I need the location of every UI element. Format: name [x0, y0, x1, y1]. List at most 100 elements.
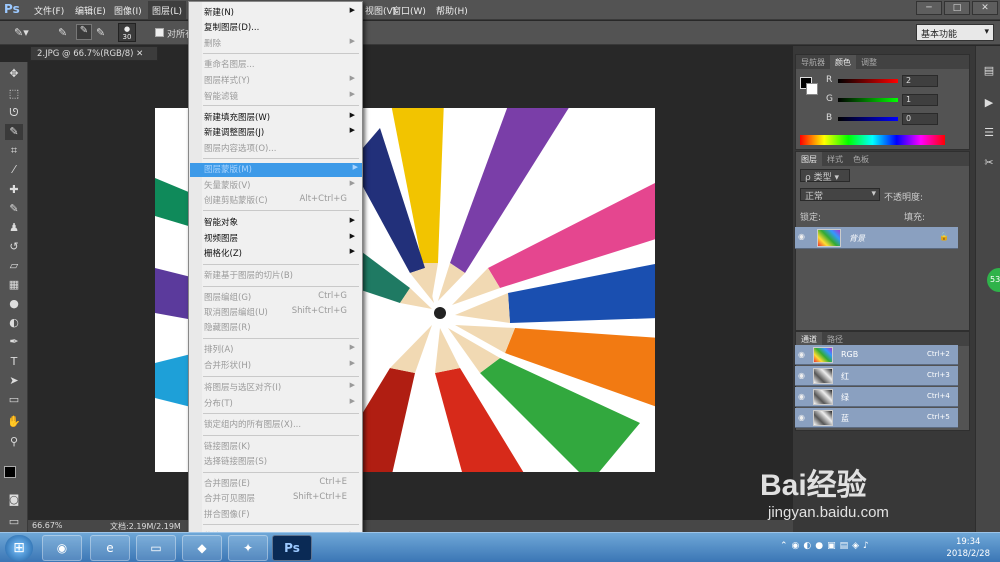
menu-item[interactable]: 排列(A) ▶: [204, 343, 359, 357]
menu-item[interactable]: 将图层与选区对齐(I) ▶: [204, 381, 359, 395]
visibility-eye-icon[interactable]: ◉: [798, 413, 805, 422]
browser-icon[interactable]: e: [90, 535, 130, 561]
menu-item[interactable]: 新建基于图层的切片(B): [204, 269, 359, 283]
r-slider[interactable]: [838, 79, 898, 83]
menu-edit[interactable]: 编辑(E): [75, 4, 106, 17]
channel-row-green[interactable]: ◉ 绿 Ctrl+4: [795, 387, 958, 407]
menu-item[interactable]: 新建(N) ▶: [204, 6, 359, 20]
quick-select-tool-icon[interactable]: ✎: [5, 124, 23, 140]
brush-mode-alt-icon[interactable]: ✎: [96, 26, 105, 39]
layer-name[interactable]: 背景: [849, 233, 865, 244]
menu-item[interactable]: 新建调整图层(J) ▶: [204, 126, 359, 140]
photoshop-taskbar-button[interactable]: Ps: [272, 535, 312, 561]
menu-item[interactable]: 取消图层编组(U) Shift+Ctrl+G: [204, 306, 359, 320]
tab-navigator[interactable]: 导航器: [796, 55, 830, 69]
channel-row-red[interactable]: ◉ 红 Ctrl+3: [795, 366, 958, 386]
menu-file[interactable]: 文件(F): [34, 4, 64, 17]
stamp-tool-icon[interactable]: ♟: [5, 220, 23, 236]
tab-styles[interactable]: 样式: [822, 152, 848, 166]
menu-item[interactable]: 分布(T) ▶: [204, 397, 359, 411]
type-tool-icon[interactable]: T: [5, 354, 23, 370]
system-clock[interactable]: 19:34 2018/2/28: [946, 536, 990, 560]
menu-item[interactable]: 新建填充图层(W) ▶: [204, 111, 359, 125]
eyedropper-tool-icon[interactable]: ⁄: [5, 162, 23, 178]
menu-item[interactable]: 智能滤镜 ▶: [204, 90, 359, 104]
menu-image[interactable]: 图像(I): [114, 4, 142, 17]
color-bg-swatch[interactable]: [806, 83, 818, 95]
menu-item[interactable]: 矢量蒙版(V) ▶: [204, 179, 359, 193]
menu-item[interactable]: 创建剪贴蒙版(C) Alt+Ctrl+G: [204, 194, 359, 208]
close-button[interactable]: ✕: [972, 1, 998, 15]
blend-mode-select[interactable]: 正常 ▾: [800, 188, 880, 202]
tab-adjustments[interactable]: 调整: [856, 55, 882, 69]
explorer-icon[interactable]: ▭: [136, 535, 176, 561]
r-value[interactable]: 2: [902, 75, 938, 87]
menu-window[interactable]: 窗口(W): [392, 4, 426, 17]
menu-item[interactable]: 图层内容选项(O)...: [204, 142, 359, 156]
brush-size-box[interactable]: ● 30: [118, 23, 136, 42]
menu-item[interactable]: 锁定组内的所有图层(X)...: [204, 418, 359, 432]
visibility-eye-icon[interactable]: ◉: [798, 371, 805, 380]
menu-item[interactable]: 图层样式(Y) ▶: [204, 74, 359, 88]
move-tool-icon[interactable]: ✥: [5, 66, 23, 82]
properties-icon[interactable]: ☰: [981, 126, 997, 142]
pen-tool-icon[interactable]: ✒: [5, 334, 23, 350]
doc-size-info[interactable]: 文档:2.19M/2.19M: [110, 521, 181, 532]
menu-item[interactable]: 删除 ▶: [204, 37, 359, 51]
workspace-select[interactable]: 基本功能 ▾: [916, 24, 994, 41]
menu-item[interactable]: 复制图层(D)...: [204, 21, 359, 35]
visibility-eye-icon[interactable]: ◉: [798, 392, 805, 401]
menu-item[interactable]: 合并形状(H) ▶: [204, 359, 359, 373]
healing-tool-icon[interactable]: ✚: [5, 182, 23, 198]
lasso-tool-icon[interactable]: ᘎ: [5, 105, 23, 121]
tab-channels[interactable]: 通道: [796, 332, 822, 346]
menu-item[interactable]: 图层蒙版(M) ▶: [190, 163, 362, 177]
visibility-eye-icon[interactable]: ◉: [798, 350, 805, 359]
visibility-eye-icon[interactable]: ◉: [798, 232, 805, 241]
brush-tool-icon[interactable]: ✎: [5, 201, 23, 217]
menu-item[interactable]: 拼合图像(F): [204, 508, 359, 522]
quick-mask-icon[interactable]: ◙: [5, 492, 23, 508]
menu-item[interactable]: 合并可见图层 Shift+Ctrl+E: [204, 492, 359, 506]
screen-mode-icon[interactable]: ▭: [5, 514, 23, 530]
shape-tool-icon[interactable]: ▭: [5, 392, 23, 408]
menu-item[interactable]: 重命名图层...: [204, 58, 359, 72]
blur-tool-icon[interactable]: ●: [5, 296, 23, 312]
color-spectrum[interactable]: [800, 135, 945, 145]
brush-preset-icon[interactable]: ✎▾: [14, 26, 29, 39]
layer-row[interactable]: ◉ 背景 🔒: [795, 227, 958, 249]
zoom-level[interactable]: 66.67%: [32, 521, 63, 530]
menu-help[interactable]: 帮助(H): [436, 4, 468, 17]
menu-layer[interactable]: 图层(L): [148, 1, 187, 19]
menu-item[interactable]: 视频图层 ▶: [204, 232, 359, 246]
tab-paths[interactable]: 路径: [822, 332, 848, 346]
menu-item[interactable]: 智能对象 ▶: [204, 216, 359, 230]
history-brush-tool-icon[interactable]: ↺: [5, 239, 23, 255]
g-slider[interactable]: [838, 98, 898, 102]
channel-row-rgb[interactable]: ◉ RGB Ctrl+2: [795, 345, 958, 365]
zoom-tool-icon[interactable]: ⚲: [5, 434, 23, 450]
tab-color[interactable]: 颜色: [830, 55, 856, 69]
b-value[interactable]: 0: [902, 113, 938, 125]
eraser-tool-icon[interactable]: ▱: [5, 258, 23, 274]
sample-all-checkbox[interactable]: [155, 28, 164, 37]
channel-row-blue[interactable]: ◉ 蓝 Ctrl+5: [795, 408, 958, 428]
menu-item[interactable]: 图层编组(G) Ctrl+G: [204, 291, 359, 305]
crop-tool-icon[interactable]: ⌗: [5, 143, 23, 159]
app-icon-4[interactable]: ◆: [182, 535, 222, 561]
minimize-button[interactable]: ─: [916, 1, 942, 15]
app-icon-5[interactable]: ✦: [228, 535, 268, 561]
b-slider[interactable]: [838, 117, 898, 121]
close-tab-icon[interactable]: ✕: [136, 49, 143, 59]
app-icon-1[interactable]: ◉: [42, 535, 82, 561]
start-button[interactable]: ⊞: [5, 535, 33, 561]
menu-item[interactable]: 链接图层(K): [204, 440, 359, 454]
tools-preset-icon[interactable]: ✂: [981, 156, 997, 172]
hand-tool-icon[interactable]: ✋: [5, 414, 23, 430]
g-value[interactable]: 1: [902, 94, 938, 106]
brush-mode-icon[interactable]: ✎: [58, 26, 67, 39]
tab-swatches[interactable]: 色板: [848, 152, 874, 166]
gradient-tool-icon[interactable]: ▦: [5, 277, 23, 293]
menu-item[interactable]: 栅格化(Z) ▶: [204, 247, 359, 261]
dodge-tool-icon[interactable]: ◐: [5, 315, 23, 331]
